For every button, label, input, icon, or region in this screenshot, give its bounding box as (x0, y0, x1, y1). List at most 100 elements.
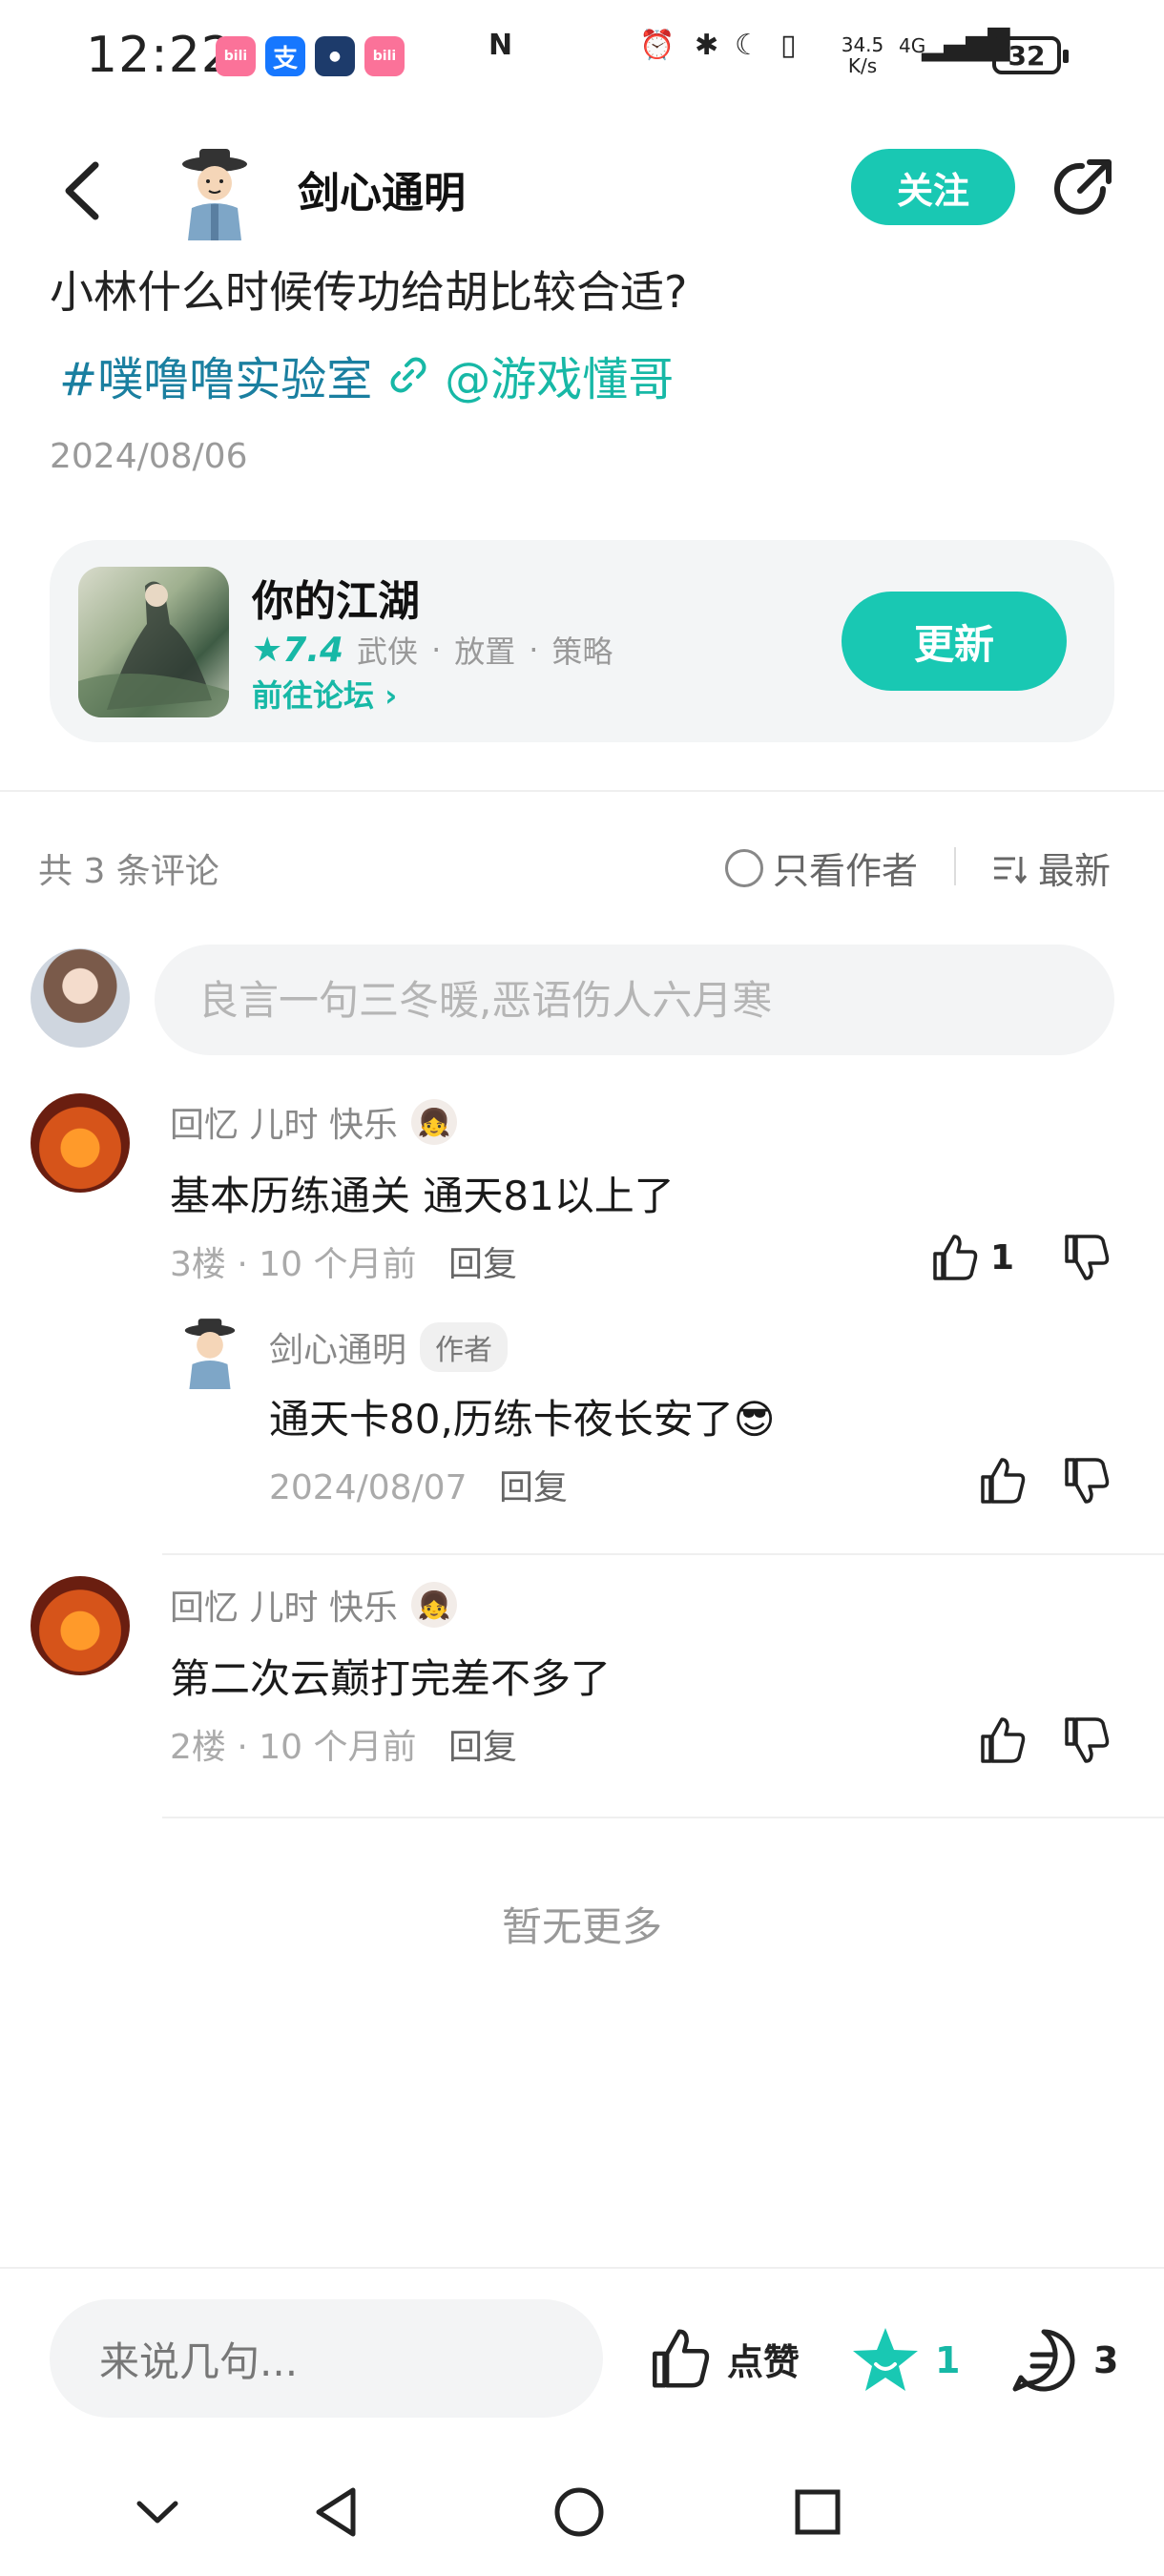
update-button[interactable]: 更新 (842, 592, 1067, 691)
share-icon[interactable] (1048, 153, 1118, 223)
game-card[interactable]: 你的江湖 ★7.4 武侠 · 放置 · 策略 前往论坛 › 更新 (50, 540, 1114, 742)
comment-count-badge: 3 (1093, 2339, 1119, 2381)
game-rating: ★7.4 (252, 630, 344, 670)
dislike-icon[interactable] (1059, 1231, 1112, 1284)
star-count: 1 (935, 2339, 961, 2381)
comment-bubble-icon (1012, 2329, 1075, 2392)
bilibili-icon: bili (216, 36, 256, 76)
comment-floor: 2楼 (170, 1728, 226, 1767)
like-icon (653, 2329, 710, 2388)
moon-icon: ☾ (735, 29, 760, 62)
comment-divider (162, 1553, 1164, 1555)
status-time: 12:22 (86, 27, 234, 84)
reply-text: 通天卡80,历练卡夜长安了😎 (269, 1387, 776, 1445)
like-label: 点赞 (727, 2340, 800, 2383)
like-count: 1 (990, 1238, 1015, 1278)
dislike-icon[interactable] (1059, 1454, 1112, 1507)
genre-tag: 放置 (454, 634, 516, 670)
post-title: 小林什么时候传功给胡比较合适? (50, 266, 688, 318)
comment-text: 第二次云巅打完差不多了 (170, 1655, 612, 1702)
bottom-comment-input[interactable]: 来说几句... (50, 2299, 603, 2418)
reply-text-content: 通天卡80,历练卡夜长安了 (269, 1396, 734, 1443)
comment-meta: 3楼 · 10 个月前 回复 (170, 1245, 517, 1284)
reply-button[interactable]: 回复 (448, 1245, 517, 1284)
nav-back-icon[interactable] (305, 2479, 372, 2545)
forum-link-label: 前往论坛 (252, 677, 375, 714)
star-icon (853, 2328, 918, 2391)
reply-date: 2024/08/07 (269, 1468, 468, 1507)
author-badge: 作者 (420, 1322, 509, 1372)
sort-label: 最新 (1038, 850, 1112, 892)
commenter-name[interactable]: 回忆 儿时 快乐 👧 (170, 1097, 457, 1147)
author-avatar[interactable] (167, 141, 262, 240)
network-speed: 34.5 K/s (841, 33, 884, 77)
alipay-icon: 支 (265, 36, 305, 76)
section-divider (0, 790, 1164, 792)
commenter-avatar[interactable] (31, 1093, 130, 1193)
user-mention[interactable]: @游戏懂哥 (445, 342, 674, 408)
commenter-avatar[interactable] (31, 1576, 130, 1675)
nav-recents-icon[interactable] (784, 2479, 851, 2545)
app-icon: ● (315, 36, 355, 76)
chevron-down-icon[interactable] (124, 2479, 191, 2545)
commenter-name-text: 回忆 儿时 快乐 (170, 1106, 398, 1145)
comment-text: 基本历练通关 通天81以上了 (170, 1173, 675, 1219)
game-thumbnail (78, 567, 229, 717)
comment-divider (162, 1817, 1164, 1818)
nav-home-icon[interactable] (546, 2479, 613, 2545)
reply-button[interactable]: 回复 (499, 1468, 568, 1507)
back-icon[interactable] (57, 157, 111, 224)
author-only-label: 只看作者 (773, 850, 919, 892)
sunglasses-emoji-icon: 😎 (733, 1396, 776, 1443)
reply-author-avatar[interactable] (172, 1313, 248, 1389)
dot-separator: · (431, 632, 442, 668)
alarm-icon: ⏰ (639, 29, 676, 62)
dislike-icon[interactable] (1059, 1714, 1112, 1767)
reply-author-name[interactable]: 剑心通明 作者 (269, 1322, 509, 1372)
genre-tag: 策略 (551, 634, 613, 670)
topic-tag[interactable]: #噗噜噜实验室 (59, 342, 372, 408)
commenter-name[interactable]: 回忆 儿时 快乐 👧 (170, 1580, 457, 1630)
vibrate-icon: ▯ (780, 29, 797, 62)
commenter-name-text: 回忆 儿时 快乐 (170, 1589, 398, 1628)
game-meta: ★7.4 武侠 · 放置 · 策略 (252, 628, 613, 672)
reply-author-text: 剑心通明 (269, 1331, 407, 1370)
comment-count: 共 3 条评论 (38, 852, 219, 891)
sort-icon (994, 856, 1028, 883)
sort-button[interactable]: 最新 (990, 841, 1111, 894)
user-badge-icon: 👧 (410, 1582, 457, 1628)
comment-meta: 2楼 · 10 个月前 回复 (170, 1728, 517, 1767)
game-name: 你的江湖 (252, 577, 420, 626)
bilibili-icon: bili (364, 36, 405, 76)
like-icon[interactable] (927, 1231, 981, 1284)
reply-button[interactable]: 回复 (448, 1728, 517, 1767)
comment-time: 10 个月前 (259, 1728, 417, 1767)
radio-icon (725, 848, 763, 887)
battery-indicator: 32 (992, 36, 1069, 74)
user-badge-icon: 👧 (410, 1099, 457, 1145)
chevron-right-icon: › (385, 677, 398, 714)
bottom-bar-divider (0, 2267, 1164, 2269)
author-name[interactable]: 剑心通明 (298, 158, 466, 219)
author-only-toggle[interactable]: 只看作者 (725, 841, 918, 894)
status-bar: 12:22 bili 支 ● bili N ⏰ ✱ ☾ ▯ 34.5 K/s 4… (0, 0, 1164, 114)
my-avatar (31, 948, 130, 1048)
like-icon[interactable] (975, 1714, 1029, 1767)
like-post-button[interactable]: 点赞 (645, 2324, 800, 2393)
comment-floor: 3楼 (170, 1245, 226, 1284)
forum-link[interactable]: 前往论坛 › (252, 672, 397, 716)
reply-meta: 2024/08/07 回复 (269, 1460, 568, 1509)
comment-input[interactable] (155, 945, 1114, 1055)
post-date: 2024/08/06 (50, 437, 248, 476)
bluetooth-icon: ✱ (695, 29, 719, 62)
header-separator (954, 847, 956, 885)
genre-tag: 武侠 (357, 634, 419, 670)
comment-time: 10 个月前 (259, 1245, 417, 1284)
dot-separator: · (529, 632, 539, 668)
no-more-text: 暂无更多 (501, 1903, 662, 1950)
star-button[interactable]: 1 (849, 2324, 960, 2397)
link-icon (390, 357, 426, 393)
comment-button[interactable]: 3 (1008, 2324, 1118, 2397)
like-icon[interactable] (975, 1454, 1029, 1507)
follow-button[interactable]: 关注 (851, 149, 1015, 225)
